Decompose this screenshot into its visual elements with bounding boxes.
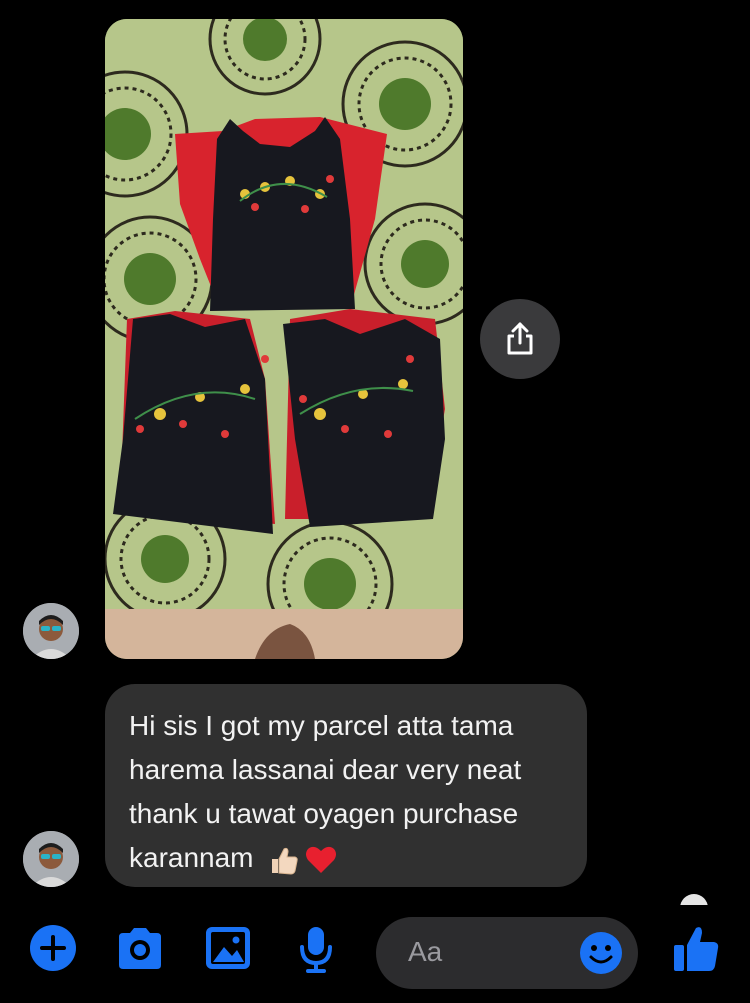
like-button[interactable] — [672, 925, 720, 978]
message-bubble[interactable]: Hi sis I got my parcel atta tama harema … — [105, 684, 587, 887]
emoji-icon — [580, 932, 622, 974]
thumbs-up-emoji — [266, 843, 300, 882]
heart-emoji — [304, 843, 338, 882]
gallery-icon — [206, 927, 250, 969]
share-icon — [507, 322, 533, 355]
share-button[interactable] — [480, 299, 560, 379]
message-input-placeholder: Aa — [408, 936, 443, 967]
camera-icon — [119, 928, 161, 969]
photo-attachment[interactable] — [105, 19, 463, 659]
gallery-button[interactable] — [204, 925, 252, 971]
plus-icon — [30, 925, 76, 971]
microphone-button[interactable] — [298, 925, 334, 975]
composer-bar: Aa — [0, 905, 750, 1003]
emoji-button[interactable] — [579, 931, 623, 980]
like-icon — [674, 927, 719, 971]
plus-button[interactable] — [30, 925, 76, 971]
camera-button[interactable] — [115, 925, 165, 971]
sender-avatar[interactable] — [23, 831, 79, 887]
message-input[interactable]: Aa — [376, 917, 638, 989]
sender-avatar[interactable] — [23, 603, 79, 659]
microphone-icon — [300, 927, 332, 973]
